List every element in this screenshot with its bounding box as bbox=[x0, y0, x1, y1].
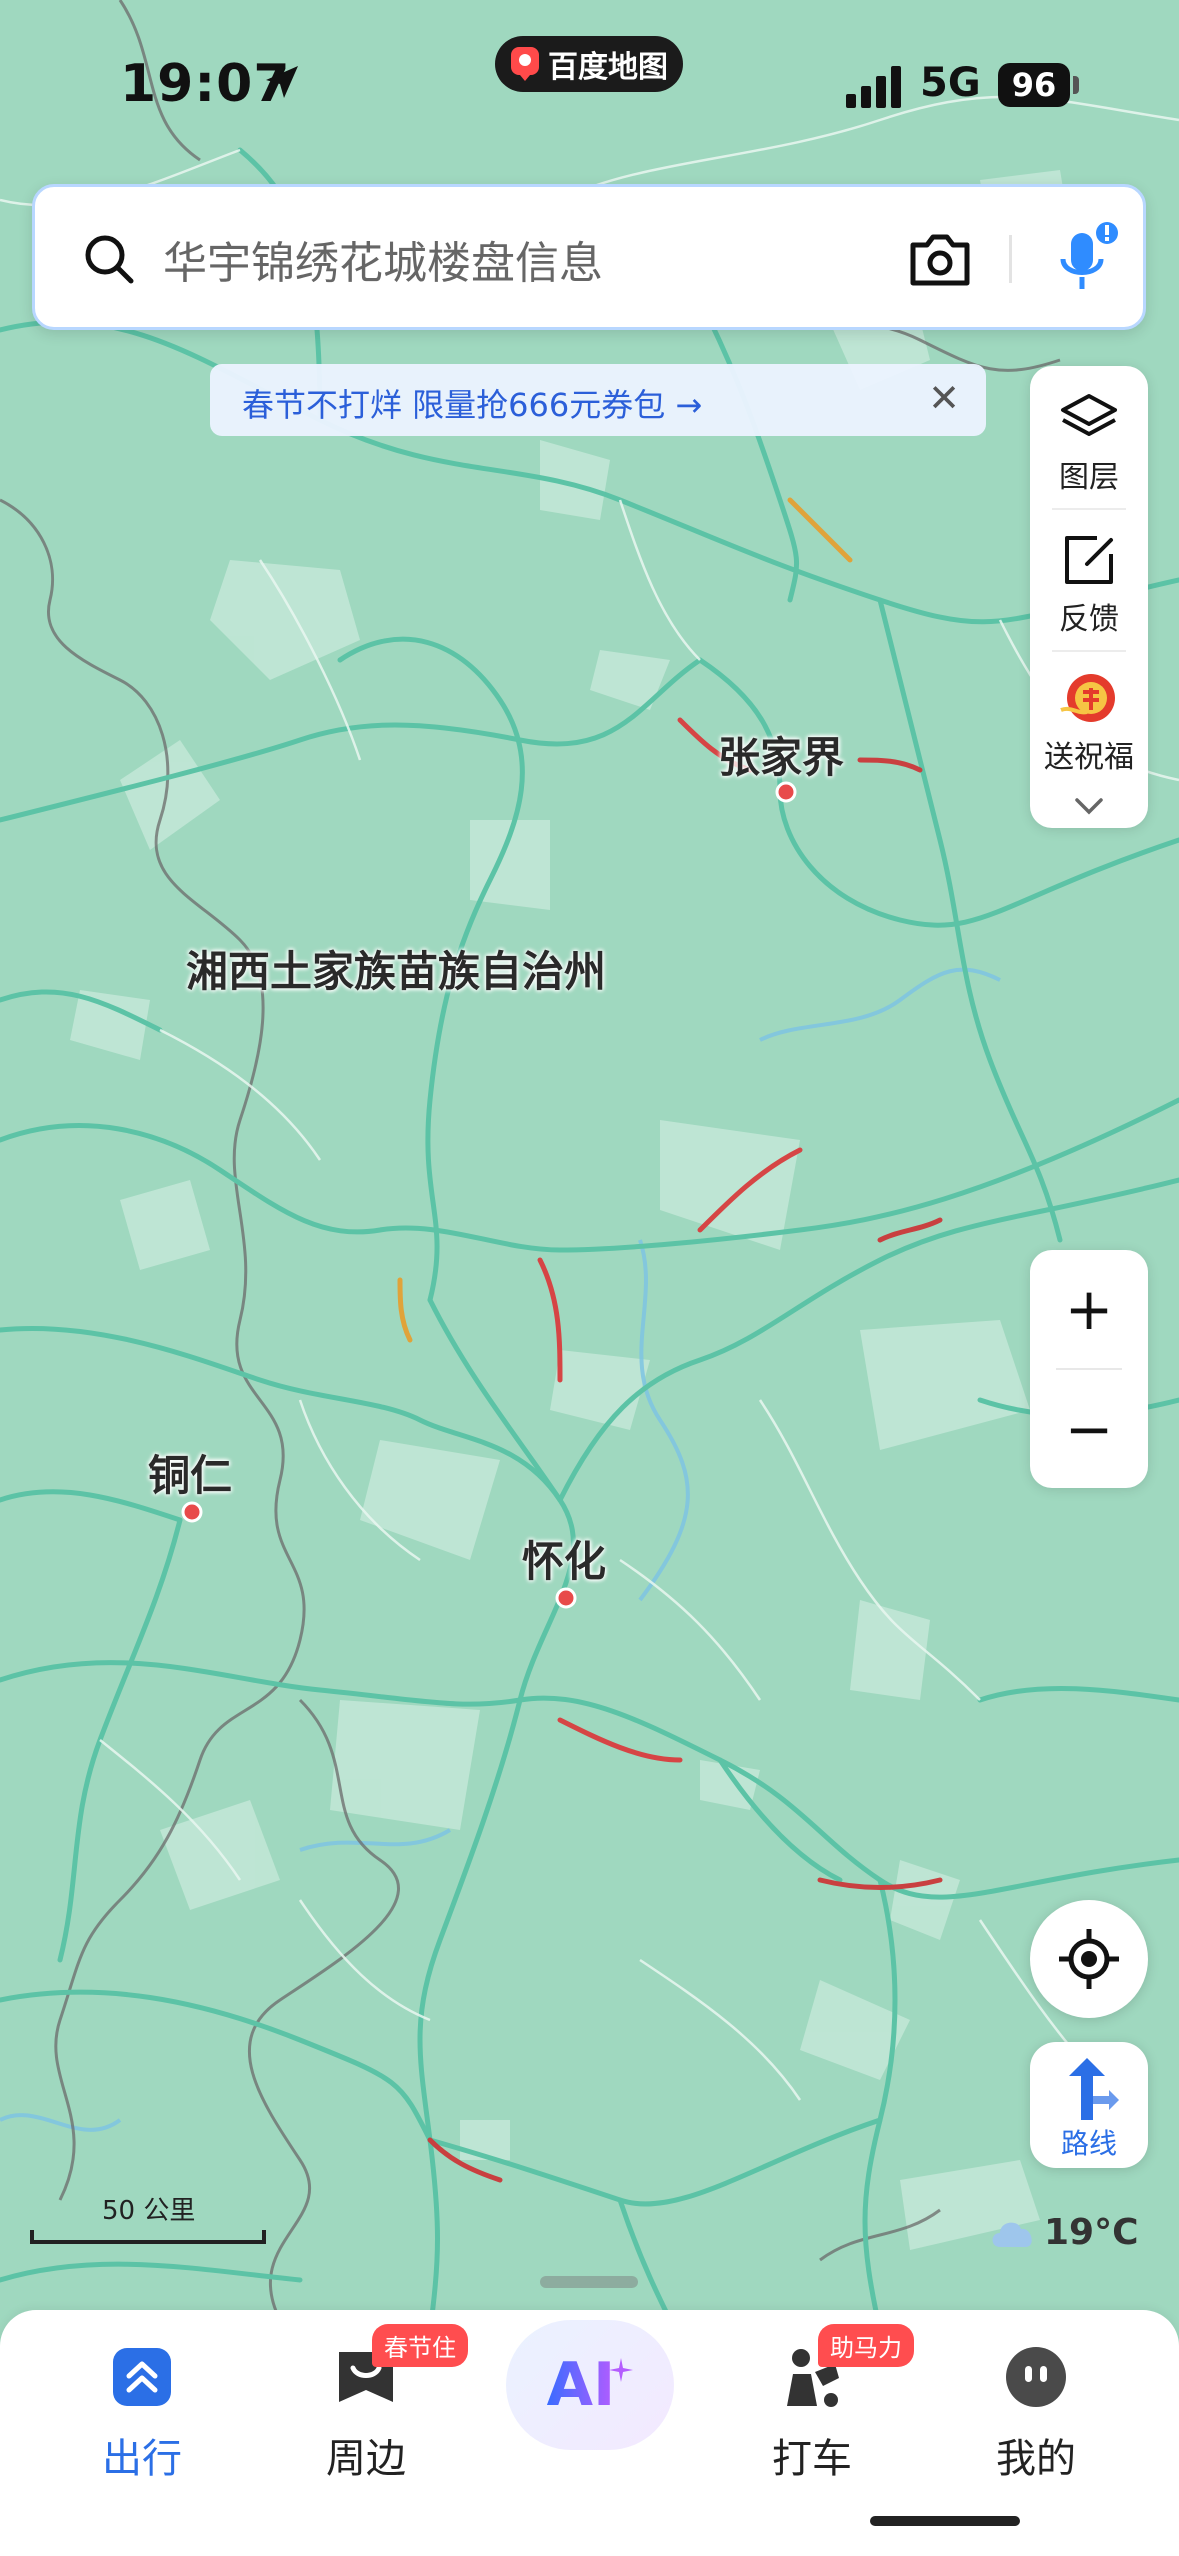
panel-divider bbox=[1052, 508, 1126, 510]
layers-icon bbox=[1061, 394, 1117, 436]
weather-temp: 19°C bbox=[1044, 2211, 1139, 2253]
sparkle-icon bbox=[609, 2358, 634, 2382]
search-bar[interactable]: 华宇锦绣花城楼盘信息 bbox=[32, 184, 1146, 330]
scale-bar bbox=[30, 2230, 266, 2244]
travel-icon bbox=[113, 2348, 171, 2406]
feedback-edit-icon bbox=[1065, 536, 1113, 584]
chevron-down-icon[interactable] bbox=[1073, 796, 1105, 816]
map-label-xiangxi[interactable]: 湘西土家族苗族自治州 bbox=[186, 938, 606, 999]
huaihua-marker bbox=[555, 1587, 577, 1609]
battery-level: 96 bbox=[1011, 66, 1057, 104]
home-indicator bbox=[870, 2516, 1020, 2526]
cloud-icon bbox=[992, 2222, 1032, 2247]
scale-label: 50 公里 bbox=[102, 2196, 196, 2226]
tab-travel[interactable]: 出行 bbox=[52, 2332, 232, 2484]
status-bar: 19:07 百度地图 5G 96 bbox=[0, 0, 1179, 170]
layers-button[interactable]: 图层 bbox=[1030, 390, 1148, 496]
signal-icon bbox=[846, 66, 901, 108]
battery-nub bbox=[1073, 76, 1079, 94]
locate-button[interactable] bbox=[1030, 1900, 1148, 2018]
feedback-button[interactable]: 反馈 bbox=[1030, 532, 1148, 638]
route-label: 路线 bbox=[1060, 2127, 1117, 2160]
map-scale: 50 公里 bbox=[30, 2190, 270, 2250]
tab-nearby-badge: 春节住 bbox=[372, 2324, 468, 2367]
microphone-icon[interactable] bbox=[1045, 219, 1125, 303]
crosshair-icon bbox=[1059, 1929, 1119, 1989]
battery-icon: 96 bbox=[998, 63, 1070, 107]
ai-label: AI bbox=[546, 2350, 616, 2420]
profile-icon bbox=[1006, 2347, 1066, 2407]
layers-label: 图层 bbox=[1059, 460, 1119, 495]
app-capsule[interactable]: 百度地图 bbox=[495, 36, 683, 92]
map-tools-panel: 图层 反馈 送祝福 bbox=[1030, 366, 1148, 828]
search-icon bbox=[85, 235, 134, 284]
network-type: 5G bbox=[920, 60, 981, 106]
map-label-tongren[interactable]: 铜仁 bbox=[148, 1442, 232, 1503]
ai-assistant-button[interactable]: AI bbox=[506, 2320, 674, 2450]
tab-taxi-badge: 助马力 bbox=[818, 2324, 914, 2367]
search-divider bbox=[1009, 235, 1012, 283]
zoom-in-button[interactable]: + bbox=[1030, 1250, 1148, 1368]
search-input[interactable]: 华宇锦绣花城楼盘信息 bbox=[163, 227, 603, 291]
zhangjiajie-marker bbox=[775, 781, 797, 803]
location-arrow-icon bbox=[266, 66, 298, 98]
tab-mine[interactable]: 我的 bbox=[946, 2332, 1126, 2484]
greeting-button[interactable]: 送祝福 bbox=[1030, 670, 1148, 776]
tab-taxi[interactable]: 助马力 打车 bbox=[722, 2324, 914, 2484]
zoom-out-button[interactable]: − bbox=[1030, 1370, 1148, 1488]
tab-nearby[interactable]: 春节住 周边 bbox=[276, 2324, 468, 2484]
greeting-label: 送祝福 bbox=[1044, 740, 1134, 775]
route-arrow-icon bbox=[1069, 2058, 1119, 2120]
tab-travel-label: 出行 bbox=[102, 2436, 182, 2482]
app-capsule-label: 百度地图 bbox=[548, 50, 668, 85]
promo-text[interactable]: 春节不打烊 限量抢666元券包 → bbox=[242, 380, 702, 426]
drawer-handle[interactable] bbox=[540, 2276, 638, 2288]
tab-nearby-label: 周边 bbox=[326, 2436, 406, 2482]
map-label-zhangjiajie[interactable]: 张家界 bbox=[718, 724, 844, 785]
feedback-label: 反馈 bbox=[1059, 602, 1119, 637]
tab-taxi-label: 打车 bbox=[772, 2436, 852, 2482]
promo-banner[interactable]: 春节不打烊 限量抢666元券包 → ✕ bbox=[210, 364, 986, 436]
weather-widget[interactable]: 19°C bbox=[988, 2208, 1139, 2256]
tab-mine-label: 我的 bbox=[996, 2436, 1076, 2482]
panel-divider bbox=[1052, 650, 1126, 652]
zoom-control: + − bbox=[1030, 1250, 1148, 1488]
promo-close-button[interactable]: ✕ bbox=[922, 376, 966, 420]
route-button[interactable]: 路线 bbox=[1030, 2042, 1148, 2168]
map-label-huaihua[interactable]: 怀化 bbox=[522, 1528, 606, 1589]
baidu-map-logo-icon bbox=[511, 47, 539, 81]
tongren-marker bbox=[181, 1501, 203, 1523]
fortune-icon bbox=[1060, 674, 1115, 722]
camera-icon[interactable] bbox=[907, 229, 973, 289]
